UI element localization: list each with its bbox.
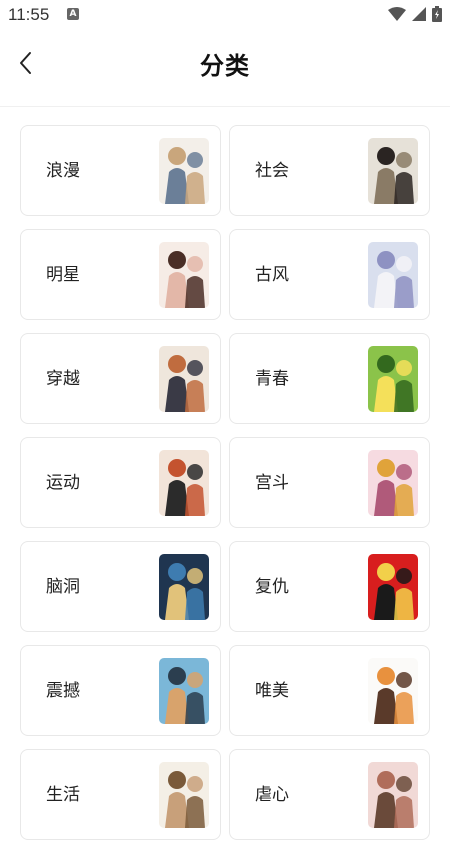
category-label: 运动 xyxy=(46,473,80,493)
category-cover-image xyxy=(159,138,209,204)
category-label: 虐心 xyxy=(255,785,289,805)
category-card[interactable]: 青春 xyxy=(229,333,430,424)
category-cover-image xyxy=(368,242,418,308)
category-grid: 浪漫 社会明星 古风穿越 青春运动 宫斗脑洞 复仇震撼 唯美生活 虐心 xyxy=(20,125,430,840)
category-card[interactable]: 穿越 xyxy=(20,333,221,424)
status-time: 11:55 xyxy=(8,5,50,24)
category-card[interactable]: 脑洞 xyxy=(20,541,221,632)
category-label: 古风 xyxy=(255,265,289,285)
category-label: 青春 xyxy=(255,369,289,389)
category-label: 唯美 xyxy=(255,681,289,701)
category-label: 生活 xyxy=(46,785,80,805)
category-card[interactable]: 唯美 xyxy=(229,645,430,736)
category-card[interactable]: 古风 xyxy=(229,229,430,320)
category-card[interactable]: 虐心 xyxy=(229,749,430,840)
page-title: 分类 xyxy=(200,52,250,80)
category-label: 震撼 xyxy=(46,681,80,701)
category-card[interactable]: 社会 xyxy=(229,125,430,216)
category-cover-image xyxy=(368,138,418,204)
category-cover-image xyxy=(159,346,209,412)
category-label: 脑洞 xyxy=(46,577,80,597)
category-card[interactable]: 复仇 xyxy=(229,541,430,632)
category-cover-image xyxy=(368,346,418,412)
category-cover-image xyxy=(159,658,209,724)
category-cover-image xyxy=(159,450,209,516)
category-label: 明星 xyxy=(46,265,80,285)
header-divider xyxy=(0,106,450,107)
battery-icon xyxy=(432,6,442,22)
category-label: 浪漫 xyxy=(46,161,80,181)
app-header: 分类 xyxy=(0,30,450,106)
category-cover-image xyxy=(368,554,418,620)
wifi-icon xyxy=(388,7,406,21)
signal-icon xyxy=(412,7,426,21)
category-label: 穿越 xyxy=(46,369,80,389)
category-label: 社会 xyxy=(255,161,289,181)
notification-icon: A xyxy=(67,8,79,20)
category-cover-image xyxy=(368,658,418,724)
category-label: 宫斗 xyxy=(255,473,289,493)
category-card[interactable]: 震撼 xyxy=(20,645,221,736)
status-bar: 11:55 A xyxy=(0,0,450,30)
category-cover-image xyxy=(368,450,418,516)
category-cover-image xyxy=(159,554,209,620)
category-cover-image xyxy=(368,762,418,828)
category-card[interactable]: 明星 xyxy=(20,229,221,320)
category-card[interactable]: 浪漫 xyxy=(20,125,221,216)
category-card[interactable]: 生活 xyxy=(20,749,221,840)
category-cover-image xyxy=(159,762,209,828)
category-cover-image xyxy=(159,242,209,308)
category-card[interactable]: 运动 xyxy=(20,437,221,528)
category-label: 复仇 xyxy=(255,577,289,597)
category-card[interactable]: 宫斗 xyxy=(229,437,430,528)
